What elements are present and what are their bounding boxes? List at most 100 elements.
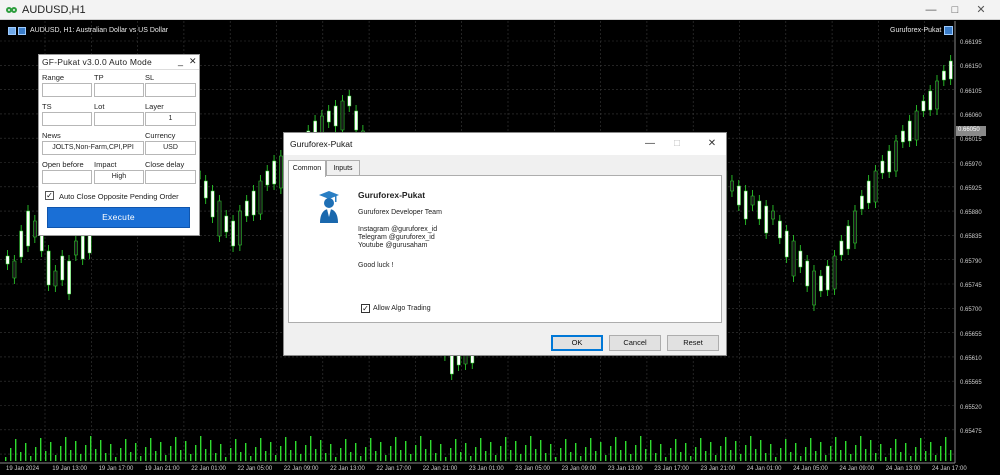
news-input[interactable]: JOLTS,Non-Farm,CPI,PPI bbox=[42, 141, 144, 155]
volume-bar bbox=[505, 437, 507, 461]
candle-body bbox=[265, 170, 270, 186]
volume-bar bbox=[100, 440, 102, 461]
dialog-maximize-button[interactable]: □ bbox=[667, 136, 687, 152]
currency-input[interactable]: USD bbox=[145, 141, 196, 155]
price-tick-label: 0.65880 bbox=[960, 210, 982, 217]
candle-body bbox=[805, 260, 810, 287]
volume-bar bbox=[75, 441, 77, 461]
volume-bar bbox=[760, 440, 762, 461]
volume-bar bbox=[890, 448, 892, 461]
candle-body bbox=[812, 270, 816, 306]
candle-body bbox=[832, 255, 837, 290]
volume-bar bbox=[215, 453, 217, 461]
candle-body bbox=[839, 240, 844, 256]
candle-body bbox=[757, 200, 762, 220]
volume-bar bbox=[735, 441, 737, 461]
cancel-button[interactable]: Cancel bbox=[609, 335, 661, 351]
volume-bar bbox=[585, 447, 587, 461]
candle-body bbox=[730, 180, 734, 192]
allow-algo-label: Allow Algo Trading bbox=[373, 305, 431, 312]
volume-bar bbox=[420, 436, 422, 461]
auto-close-checkbox[interactable]: ✓ bbox=[45, 191, 54, 200]
common-tab-panel: Guruforex-Pukat Guruforex Developer Team… bbox=[288, 175, 722, 323]
execute-button[interactable]: Execute bbox=[47, 207, 190, 228]
close-delay-input[interactable] bbox=[145, 170, 196, 184]
ok-button[interactable]: OK bbox=[551, 335, 603, 351]
impact-input[interactable]: High bbox=[94, 170, 144, 184]
title-bar: AUDUSD,H1 — □ ✕ bbox=[0, 0, 1000, 20]
ea-youtube: Youtube @gurusaham bbox=[358, 242, 428, 249]
candle-body bbox=[12, 260, 17, 279]
minimize-icon[interactable]: _ bbox=[178, 56, 183, 66]
candle-body bbox=[921, 100, 926, 112]
lot-input[interactable] bbox=[94, 112, 144, 126]
volume-bar bbox=[605, 455, 607, 461]
volume-bar bbox=[875, 453, 877, 461]
volume-bar bbox=[225, 457, 227, 461]
price-tick-label: 0.65700 bbox=[960, 307, 982, 314]
dialog-title-bar[interactable]: Guruforex-Pukat — □ ✕ bbox=[284, 133, 726, 155]
layer-input[interactable]: 1 bbox=[145, 112, 196, 126]
price-tick-label: 0.65790 bbox=[960, 258, 982, 265]
reset-button[interactable]: Reset bbox=[667, 335, 719, 351]
volume-bar bbox=[40, 438, 42, 461]
sl-input[interactable] bbox=[145, 83, 196, 97]
candle-body bbox=[244, 200, 249, 217]
tab-common[interactable]: Common bbox=[288, 160, 326, 177]
volume-bar bbox=[285, 437, 287, 461]
chart-symbol-label: AUDUSD, H1: Australian Dollar vs US Doll… bbox=[30, 27, 169, 34]
ea-panel-header[interactable]: GF-Pukat v3.0.0 Auto Mode _ ✕ bbox=[39, 55, 199, 70]
candle-body bbox=[798, 250, 803, 268]
volume-bar bbox=[540, 440, 542, 461]
volume-bar bbox=[780, 448, 782, 461]
range-input[interactable] bbox=[42, 83, 92, 97]
ts-input[interactable] bbox=[42, 112, 92, 126]
price-tick-label: 0.65970 bbox=[960, 161, 982, 168]
allow-algo-checkbox[interactable]: ✓ bbox=[361, 304, 370, 313]
volume-bar bbox=[160, 442, 162, 461]
candle-body bbox=[935, 80, 939, 110]
volume-bar bbox=[655, 453, 657, 461]
volume-bar bbox=[310, 436, 312, 461]
price-tick-label: 0.66060 bbox=[960, 112, 982, 119]
volume-bar bbox=[280, 446, 282, 461]
tp-label: TP bbox=[94, 73, 104, 82]
volume-bar bbox=[240, 452, 242, 461]
ea-corner-label: Guruforex-Pukat bbox=[890, 27, 942, 34]
price-tick-label: 0.65610 bbox=[960, 355, 982, 362]
candle-body bbox=[948, 60, 953, 80]
candle-body bbox=[914, 110, 919, 141]
volume-bar bbox=[595, 451, 597, 461]
volume-bar bbox=[320, 440, 322, 461]
close-window-button[interactable]: ✕ bbox=[972, 2, 990, 18]
volume-bar bbox=[625, 441, 627, 461]
candle-body bbox=[737, 185, 741, 206]
dialog-close-button[interactable]: ✕ bbox=[702, 136, 722, 152]
candle-body bbox=[825, 265, 830, 291]
minimize-window-button[interactable]: — bbox=[922, 2, 940, 18]
maximize-window-button[interactable]: □ bbox=[946, 2, 964, 18]
tp-input[interactable] bbox=[94, 83, 144, 97]
volume-bar bbox=[385, 455, 387, 461]
volume-bar bbox=[750, 436, 752, 461]
volume-bar bbox=[765, 453, 767, 461]
open-before-input[interactable] bbox=[42, 170, 92, 184]
volume-bar bbox=[190, 454, 192, 461]
time-tick-label: 24 Jan 17:00 bbox=[932, 466, 967, 472]
volume-bar bbox=[90, 436, 92, 461]
tab-inputs[interactable]: Inputs bbox=[326, 160, 360, 176]
volume-bar bbox=[265, 451, 267, 461]
volume-bar bbox=[830, 446, 832, 461]
volume-bar bbox=[665, 457, 667, 461]
volume-bar bbox=[755, 449, 757, 461]
candle-body bbox=[80, 235, 85, 260]
price-tick-label: 0.65655 bbox=[960, 331, 982, 338]
volume-bar bbox=[5, 457, 7, 461]
close-icon[interactable]: ✕ bbox=[189, 56, 197, 67]
candle-body bbox=[258, 180, 263, 215]
volume-bar bbox=[940, 446, 942, 461]
candle-body bbox=[887, 150, 892, 173]
volume-bar bbox=[840, 450, 842, 461]
volume-bar bbox=[255, 447, 257, 461]
dialog-minimize-button[interactable]: — bbox=[640, 136, 660, 152]
